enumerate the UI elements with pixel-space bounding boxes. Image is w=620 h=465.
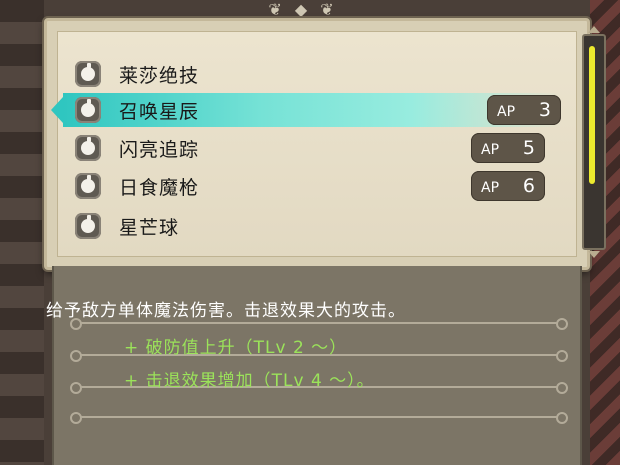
- scroll-thumb[interactable]: [589, 46, 595, 184]
- skill-row-selected[interactable]: 召唤星辰 AP 3: [51, 93, 561, 127]
- ap-value: 3: [538, 99, 551, 121]
- skill-row[interactable]: 日食魔枪 AP 6: [75, 169, 545, 203]
- bomb-icon: [75, 61, 101, 87]
- skill-name: 召唤星辰: [119, 100, 200, 123]
- ap-label: AP: [481, 142, 500, 158]
- scrollbar[interactable]: [582, 26, 606, 258]
- ap-badge: AP 6: [471, 171, 545, 201]
- ap-badge: AP 3: [487, 95, 561, 125]
- ap-label: AP: [481, 180, 500, 196]
- ap-value: 6: [522, 175, 535, 197]
- scroll-up-arrow-icon[interactable]: [588, 26, 600, 33]
- skill-name: 闪亮追踪: [119, 138, 200, 161]
- bomb-icon: [75, 135, 101, 161]
- divider: [70, 318, 568, 330]
- divider: [70, 412, 568, 424]
- skill-row[interactable]: 闪亮追踪 AP 5: [75, 131, 545, 165]
- skill-effect: + 击退效果增加（TLv 4 ～）。: [124, 371, 375, 391]
- scroll-down-arrow-icon[interactable]: [588, 251, 600, 258]
- skill-list-panel: 莱莎绝技 召唤星辰 AP 3 闪亮追踪 AP 5 日食魔枪 AP 6 星芒球: [44, 18, 590, 270]
- background-left: [0, 0, 44, 465]
- skill-effect: + 破防值上升（TLv 2 ～）: [124, 338, 348, 358]
- skill-row[interactable]: 星芒球: [75, 209, 545, 243]
- ap-value: 5: [522, 137, 535, 159]
- skill-name: 星芒球: [119, 216, 180, 239]
- ap-badge: AP 5: [471, 133, 545, 163]
- skill-description: 给予敌方单体魔法伤害。击退效果大的攻击。: [46, 301, 406, 321]
- skill-row[interactable]: 莱莎绝技: [75, 57, 545, 91]
- bomb-icon: [75, 173, 101, 199]
- skill-name: 莱莎绝技: [119, 64, 200, 87]
- bomb-icon: [75, 213, 101, 239]
- skill-name: 日食魔枪: [119, 176, 200, 199]
- ap-label: AP: [497, 104, 516, 120]
- bomb-icon: [75, 97, 101, 123]
